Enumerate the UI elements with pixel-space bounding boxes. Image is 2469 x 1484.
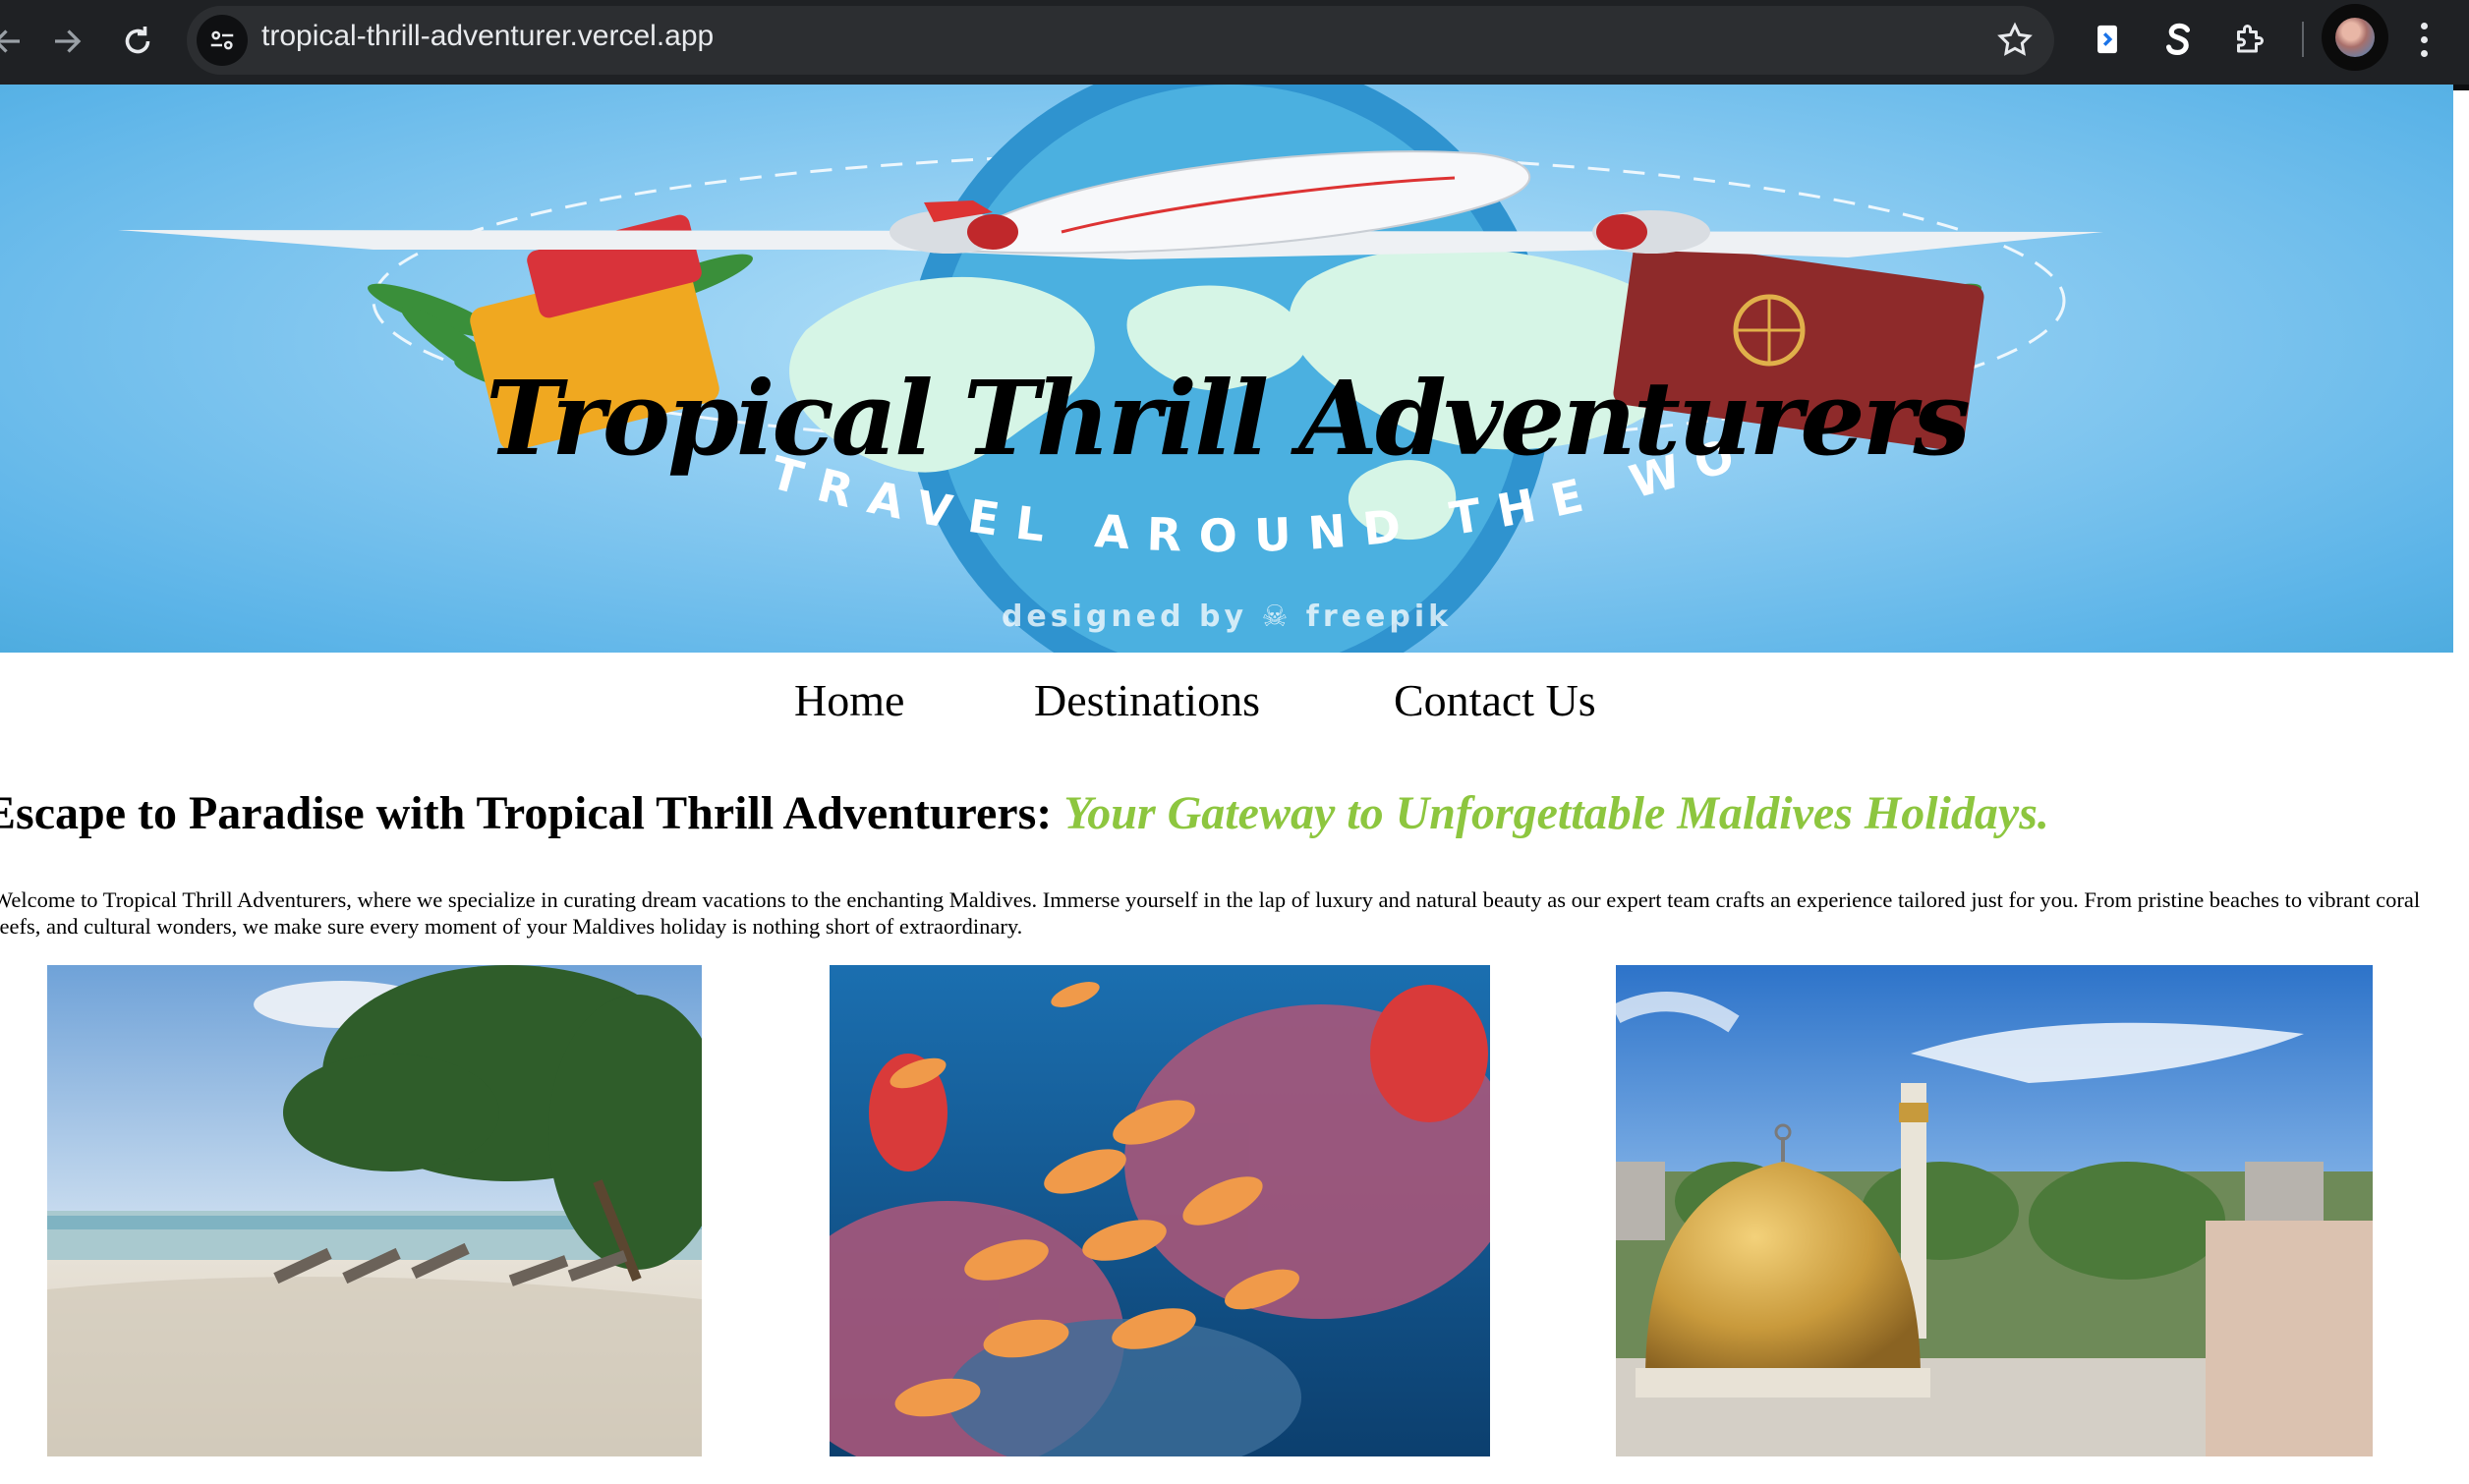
browser-toolbar: tropical-thrill-adventurer.vercel.app — [0, 0, 2469, 90]
bookmark-star-icon[interactable] — [1995, 21, 2035, 60]
mosque-photo — [1616, 965, 2373, 1456]
site-navigation: Home Destinations Contact Us — [0, 674, 2469, 733]
forward-icon — [55, 29, 82, 53]
intro-paragraph: Welcome to Tropical Thrill Adventurers, … — [0, 887, 2421, 939]
hero-banner: TRAVEL AROUND THE WORLD Tropical Thrill … — [0, 85, 2453, 653]
hero-title: Tropical Thrill Adventurers — [486, 358, 1971, 479]
extensions-puzzle-icon — [2237, 25, 2264, 53]
page-headline: Escape to Paradise with Tropical Thrill … — [0, 786, 2049, 840]
extension-doc-button[interactable] — [2086, 18, 2129, 61]
nav-home-link[interactable]: Home — [794, 674, 904, 726]
menu-kebab-icon[interactable] — [2404, 18, 2443, 61]
profile-avatar[interactable] — [2322, 4, 2388, 71]
extension-s-button[interactable] — [2156, 18, 2200, 61]
headline-accent: Your Gateway to Unforgettable Maldives H… — [1063, 787, 2049, 839]
back-icon — [0, 29, 20, 53]
address-bar[interactable]: tropical-thrill-adventurer.vercel.app — [187, 6, 2054, 75]
avatar-photo — [2335, 18, 2375, 57]
reload-icon — [125, 27, 150, 54]
headline-plain: Escape to Paradise with Tropical Thrill … — [0, 787, 1064, 839]
nav-destinations-link[interactable]: Destinations — [1034, 674, 1260, 726]
forward-button[interactable] — [39, 14, 94, 69]
site-info-icon — [210, 30, 234, 50]
url-text[interactable]: tropical-thrill-adventurer.vercel.app — [261, 20, 714, 53]
back-button[interactable] — [0, 14, 35, 69]
reload-button[interactable] — [110, 14, 165, 69]
beach-photo — [47, 965, 702, 1456]
extensions-button[interactable] — [2227, 18, 2270, 61]
freepik-credit: designed by ☠ freepik — [1001, 599, 1453, 634]
extension-s-icon — [2165, 23, 2191, 55]
coral-reef-photo — [830, 965, 1490, 1456]
toolbar-separator — [2302, 22, 2304, 57]
nav-contact-link[interactable]: Contact Us — [1394, 674, 1596, 726]
site-info-button[interactable] — [197, 15, 248, 66]
extension-doc-icon — [2097, 25, 2117, 54]
